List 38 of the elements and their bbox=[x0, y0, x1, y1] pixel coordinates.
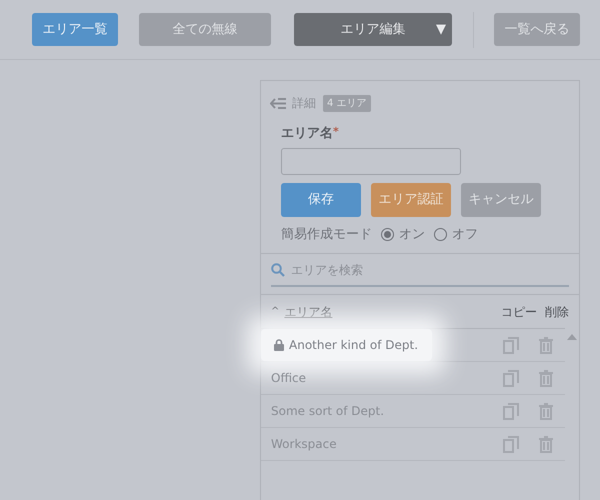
form-button[interactable]: エリア認証 bbox=[371, 182, 451, 216]
form-button[interactable]: 保存 bbox=[281, 182, 361, 216]
column-header: 削除 bbox=[545, 304, 569, 320]
row-name-cell[interactable]: Another kind of Dept. bbox=[261, 329, 432, 361]
column-header: コピー bbox=[501, 304, 537, 320]
copy-icon[interactable] bbox=[503, 402, 519, 420]
column-header[interactable]: エリア名 bbox=[284, 302, 332, 320]
back-icon[interactable] bbox=[270, 98, 287, 108]
trash-icon[interactable] bbox=[539, 336, 553, 354]
input-field[interactable] bbox=[281, 148, 461, 174]
sort-caret-icon[interactable]: ^ bbox=[271, 304, 280, 319]
search-icon bbox=[271, 263, 285, 277]
toolbar-button[interactable]: エリア一覧 bbox=[32, 13, 118, 46]
form-button[interactable]: キャンセル bbox=[461, 182, 541, 216]
count-badge: 4 エリア bbox=[323, 94, 371, 112]
caret-icon: ▼ bbox=[436, 20, 446, 40]
dropdown-button[interactable]: エリア編集 ▼ bbox=[294, 13, 452, 46]
toolbar-button[interactable]: 一覧へ戻る bbox=[494, 13, 580, 46]
radio-button[interactable] bbox=[381, 228, 394, 241]
trash-icon[interactable] bbox=[539, 370, 553, 386]
toolbar-button[interactable]: 全ての無線 bbox=[139, 13, 271, 46]
row-name-cell[interactable]: Workspace bbox=[271, 428, 337, 460]
field-label: エリア名 bbox=[281, 125, 333, 143]
copy-icon[interactable] bbox=[503, 370, 519, 386]
required-mark: * bbox=[333, 124, 339, 140]
trash-icon[interactable] bbox=[539, 436, 553, 452]
radio-button[interactable] bbox=[434, 228, 447, 241]
row-name-cell[interactable]: Office bbox=[271, 362, 306, 394]
copy-icon[interactable] bbox=[503, 436, 519, 452]
back-link[interactable]: 詳細 bbox=[292, 94, 316, 112]
radio-label[interactable]: オン bbox=[399, 224, 425, 244]
search-field[interactable]: エリアを検索 bbox=[271, 261, 569, 287]
radio-label[interactable]: オフ bbox=[452, 224, 478, 244]
scroll-up-icon[interactable] bbox=[567, 334, 577, 340]
row-name-cell[interactable]: Some sort of Dept. bbox=[271, 395, 384, 427]
trash-icon[interactable] bbox=[539, 402, 553, 420]
copy-icon[interactable] bbox=[503, 336, 519, 354]
mode-label: 簡易作成モード bbox=[281, 226, 372, 244]
